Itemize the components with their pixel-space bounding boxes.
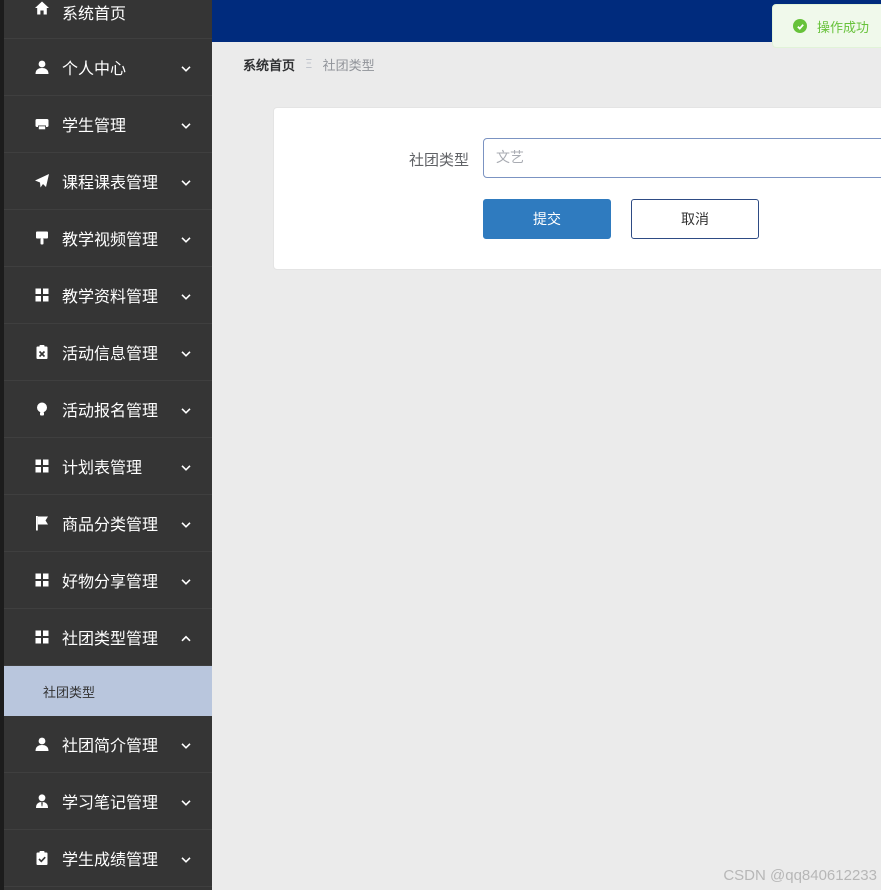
club-type-input[interactable] (483, 138, 881, 178)
chevron-down-icon (180, 573, 192, 585)
sidebar-item-label: 活动信息管理 (62, 344, 159, 363)
chevron-down-icon (180, 174, 192, 186)
chevron-up-icon (180, 630, 192, 642)
breadcrumb: 系统首页 Ξ 社团类型 (243, 55, 375, 74)
watermark: CSDN @qq840612233 (723, 867, 877, 884)
sidebar-item-label: 计划表管理 (62, 458, 143, 477)
submenu-item-club-type[interactable]: 社团类型 (4, 666, 212, 716)
home-icon (34, 0, 50, 16)
chevron-down-icon (180, 402, 192, 414)
club-type-label: 社团类型 (409, 151, 470, 169)
chevron-down-icon (180, 345, 192, 357)
submit-button[interactable]: 提交 (483, 199, 611, 239)
chevron-down-icon (180, 231, 192, 243)
sidebar-item-label: 学习笔记管理 (62, 793, 159, 812)
chevron-down-icon (180, 117, 192, 129)
breadcrumb-home[interactable]: 系统首页 (243, 55, 295, 74)
sidebar-item-label: 学生管理 (62, 116, 127, 135)
grid-icon (34, 629, 50, 645)
chevron-down-icon (180, 794, 192, 806)
user-icon (34, 59, 50, 75)
sidebar-item-plan-table[interactable]: 计划表管理 (4, 438, 212, 495)
sidebar-item-label: 社团简介管理 (62, 736, 159, 755)
grid-icon (34, 572, 50, 588)
sidebar-item-label: 教学资料管理 (62, 287, 159, 306)
sidebar-item-activity-info[interactable]: 活动信息管理 (4, 324, 212, 381)
chevron-down-icon (180, 60, 192, 72)
sidebar-item-label: 活动报名管理 (62, 401, 159, 420)
chevron-down-icon (180, 737, 192, 749)
breadcrumb-current: 社团类型 (322, 58, 375, 74)
sidebar-item-teaching-materials[interactable]: 教学资料管理 (4, 267, 212, 324)
toast-message: 操作成功 (817, 20, 870, 36)
sidebar-item-label: 好物分享管理 (62, 572, 159, 591)
grid-icon (34, 287, 50, 303)
success-check-icon (793, 19, 807, 33)
sidebar-item-student-grades[interactable]: 学生成绩管理 (4, 830, 212, 887)
paper-plane-icon (34, 173, 50, 189)
brush-icon (34, 230, 50, 246)
grid-icon (34, 458, 50, 474)
chevron-down-icon (180, 459, 192, 471)
breadcrumb-separator-icon: Ξ (305, 57, 313, 71)
chevron-down-icon (180, 516, 192, 528)
sidebar-item-home[interactable]: 系统首页 (4, 0, 212, 39)
sidebar-item-study-notes[interactable]: 学习笔记管理 (4, 773, 212, 830)
printer-icon (34, 116, 50, 132)
sidebar-item-good-share[interactable]: 好物分享管理 (4, 552, 212, 609)
user-icon (34, 736, 50, 752)
submenu-item-label: 社团类型 (43, 685, 96, 701)
page: 系统首页 个人中心 学生管理 课程课表管理 教学视频管理 教学资料管理 活动信息… (0, 0, 881, 890)
bulb-icon (34, 401, 50, 417)
sidebar-item-personal-center[interactable]: 个人中心 (4, 39, 212, 96)
sidebar: 系统首页 个人中心 学生管理 课程课表管理 教学视频管理 教学资料管理 活动信息… (0, 0, 212, 890)
sidebar-item-course-schedule[interactable]: 课程课表管理 (4, 153, 212, 210)
chevron-down-icon (180, 288, 192, 300)
sidebar-item-product-category[interactable]: 商品分类管理 (4, 495, 212, 552)
user-tie-icon (34, 793, 50, 809)
sidebar-item-label: 学生成绩管理 (62, 850, 159, 869)
sidebar-item-label: 社团类型管理 (62, 629, 159, 648)
sidebar-item-label: 系统首页 (62, 4, 127, 23)
cancel-button[interactable]: 取消 (631, 199, 759, 239)
sidebar-item-students[interactable]: 学生管理 (4, 96, 212, 153)
sidebar-item-label: 个人中心 (62, 59, 127, 78)
sidebar-item-teaching-video[interactable]: 教学视频管理 (4, 210, 212, 267)
sidebar-item-club-type-management[interactable]: 社团类型管理 (4, 609, 212, 666)
sidebar-item-label: 课程课表管理 (62, 173, 159, 192)
sidebar-item-activity-signup[interactable]: 活动报名管理 (4, 381, 212, 438)
sidebar-item-label: 教学视频管理 (62, 230, 159, 249)
chevron-down-icon (180, 851, 192, 863)
success-toast: 操作成功 (772, 4, 881, 48)
flag-icon (34, 515, 50, 531)
form-card: 社团类型 提交 取消 (273, 107, 881, 270)
clipboard-x-icon (34, 344, 50, 360)
sidebar-item-label: 商品分类管理 (62, 515, 159, 534)
sidebar-item-club-intro[interactable]: 社团简介管理 (4, 716, 212, 773)
clipboard-check-icon (34, 850, 50, 866)
